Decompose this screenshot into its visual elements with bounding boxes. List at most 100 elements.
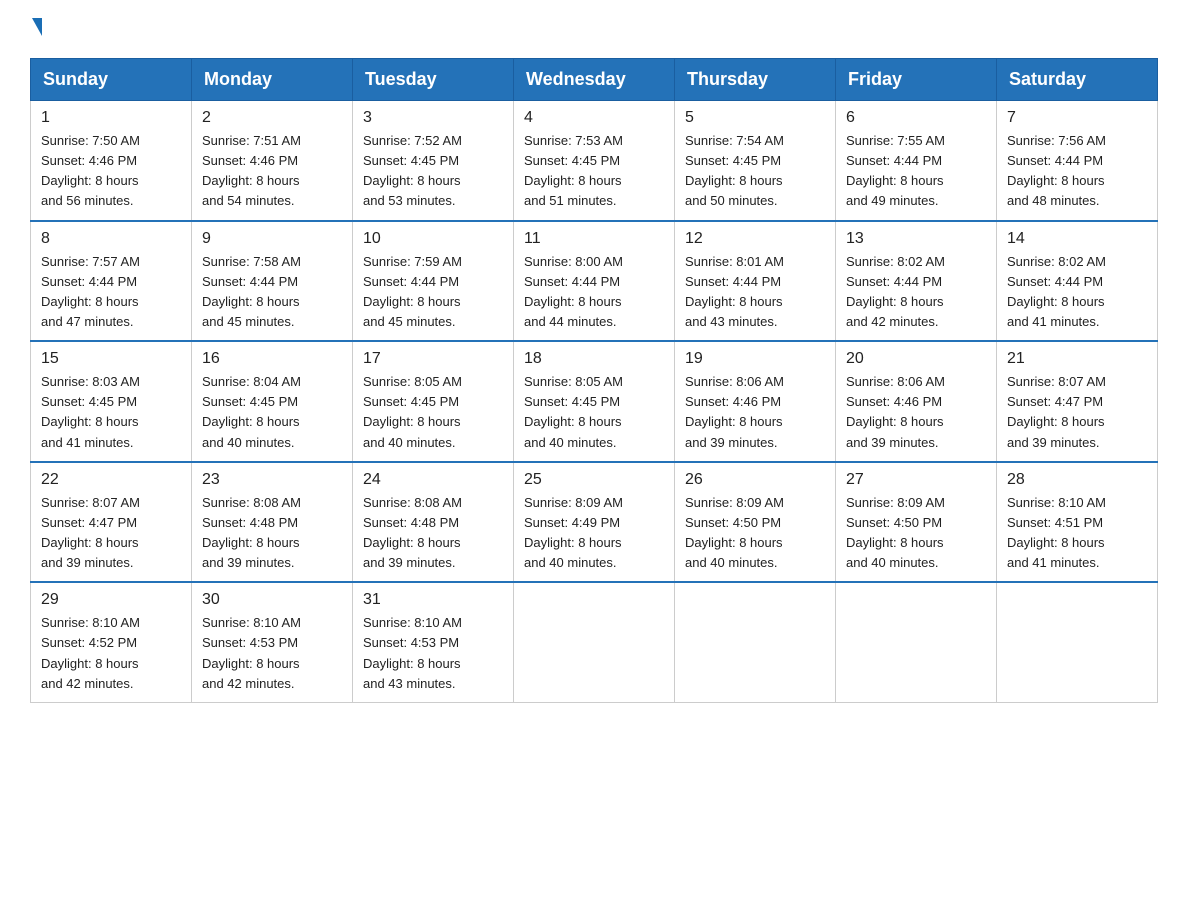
day-info: Sunrise: 7:53 AMSunset: 4:45 PMDaylight:… [524, 131, 664, 212]
col-header-monday: Monday [192, 59, 353, 101]
calendar-cell: 7 Sunrise: 7:56 AMSunset: 4:44 PMDaylight… [997, 101, 1158, 221]
day-number: 11 [524, 230, 664, 248]
calendar-cell: 20Sunrise: 8:06 AMSunset: 4:46 PMDayligh… [836, 341, 997, 462]
day-number: 29 [41, 591, 181, 609]
day-info: Sunrise: 8:09 AMSunset: 4:49 PMDaylight:… [524, 493, 664, 574]
day-number: 28 [1007, 471, 1147, 489]
calendar-cell: 24 Sunrise: 8:08 AMSunset: 4:48 PMDayligh… [353, 462, 514, 583]
day-info: Sunrise: 8:01 AMSunset: 4:44 PMDaylight:… [685, 252, 825, 333]
col-header-sunday: Sunday [31, 59, 192, 101]
day-info: Sunrise: 8:10 AMSunset: 4:53 PMDaylight:… [202, 613, 342, 694]
col-header-thursday: Thursday [675, 59, 836, 101]
day-number: 27 [846, 471, 986, 489]
day-number: 18 [524, 350, 664, 368]
day-info: Sunrise: 7:52 AMSunset: 4:45 PMDaylight:… [363, 131, 503, 212]
calendar-cell: 23 Sunrise: 8:08 AMSunset: 4:48 PMDayligh… [192, 462, 353, 583]
day-number: 15 [41, 350, 181, 368]
calendar-cell: 22 Sunrise: 8:07 AMSunset: 4:47 PMDayligh… [31, 462, 192, 583]
calendar-cell: 4 Sunrise: 7:53 AMSunset: 4:45 PMDaylight… [514, 101, 675, 221]
calendar-cell: 12 Sunrise: 8:01 AMSunset: 4:44 PMDayligh… [675, 221, 836, 342]
day-number: 19 [685, 350, 825, 368]
calendar-cell: 10 Sunrise: 7:59 AMSunset: 4:44 PMDayligh… [353, 221, 514, 342]
calendar-cell: 5 Sunrise: 7:54 AMSunset: 4:45 PMDaylight… [675, 101, 836, 221]
day-number: 25 [524, 471, 664, 489]
calendar-week-row: 1 Sunrise: 7:50 AMSunset: 4:46 PMDaylight… [31, 101, 1158, 221]
day-info: Sunrise: 8:02 AMSunset: 4:44 PMDaylight:… [846, 252, 986, 333]
day-info: Sunrise: 7:54 AMSunset: 4:45 PMDaylight:… [685, 131, 825, 212]
day-info: Sunrise: 8:10 AMSunset: 4:52 PMDaylight:… [41, 613, 181, 694]
calendar-cell: 30 Sunrise: 8:10 AMSunset: 4:53 PMDayligh… [192, 582, 353, 702]
day-info: Sunrise: 7:55 AMSunset: 4:44 PMDaylight:… [846, 131, 986, 212]
col-header-friday: Friday [836, 59, 997, 101]
calendar-cell: 2Sunrise: 7:51 AMSunset: 4:46 PMDaylight… [192, 101, 353, 221]
day-number: 14 [1007, 230, 1147, 248]
day-info: Sunrise: 7:58 AMSunset: 4:44 PMDaylight:… [202, 252, 342, 333]
day-info: Sunrise: 8:05 AMSunset: 4:45 PMDaylight:… [363, 372, 503, 453]
calendar-cell: 14 Sunrise: 8:02 AMSunset: 4:44 PMDayligh… [997, 221, 1158, 342]
day-info: Sunrise: 8:10 AMSunset: 4:51 PMDaylight:… [1007, 493, 1147, 574]
day-info: Sunrise: 8:08 AMSunset: 4:48 PMDaylight:… [363, 493, 503, 574]
day-number: 7 [1007, 109, 1147, 127]
day-info: Sunrise: 8:02 AMSunset: 4:44 PMDaylight:… [1007, 252, 1147, 333]
calendar-cell: 3Sunrise: 7:52 AMSunset: 4:45 PMDaylight… [353, 101, 514, 221]
day-number: 6 [846, 109, 986, 127]
day-number: 1 [41, 109, 181, 127]
day-info: Sunrise: 7:56 AMSunset: 4:44 PMDaylight:… [1007, 131, 1147, 212]
col-header-saturday: Saturday [997, 59, 1158, 101]
day-number: 21 [1007, 350, 1147, 368]
calendar-cell: 11 Sunrise: 8:00 AMSunset: 4:44 PMDayligh… [514, 221, 675, 342]
calendar-cell: 9Sunrise: 7:58 AMSunset: 4:44 PMDaylight… [192, 221, 353, 342]
day-number: 13 [846, 230, 986, 248]
calendar-cell [514, 582, 675, 702]
calendar-cell: 17 Sunrise: 8:05 AMSunset: 4:45 PMDayligh… [353, 341, 514, 462]
day-info: Sunrise: 7:51 AMSunset: 4:46 PMDaylight:… [202, 131, 342, 212]
day-info: Sunrise: 8:00 AMSunset: 4:44 PMDaylight:… [524, 252, 664, 333]
day-info: Sunrise: 8:08 AMSunset: 4:48 PMDaylight:… [202, 493, 342, 574]
calendar-cell: 19Sunrise: 8:06 AMSunset: 4:46 PMDayligh… [675, 341, 836, 462]
day-number: 24 [363, 471, 503, 489]
day-info: Sunrise: 7:57 AMSunset: 4:44 PMDaylight:… [41, 252, 181, 333]
col-header-wednesday: Wednesday [514, 59, 675, 101]
calendar-week-row: 29 Sunrise: 8:10 AMSunset: 4:52 PMDayligh… [31, 582, 1158, 702]
day-number: 5 [685, 109, 825, 127]
day-info: Sunrise: 8:09 AMSunset: 4:50 PMDaylight:… [846, 493, 986, 574]
day-number: 31 [363, 591, 503, 609]
calendar-cell [836, 582, 997, 702]
day-info: Sunrise: 7:50 AMSunset: 4:46 PMDaylight:… [41, 131, 181, 212]
day-number: 8 [41, 230, 181, 248]
calendar-week-row: 8 Sunrise: 7:57 AMSunset: 4:44 PMDaylight… [31, 221, 1158, 342]
day-info: Sunrise: 8:05 AMSunset: 4:45 PMDaylight:… [524, 372, 664, 453]
calendar-cell: 29 Sunrise: 8:10 AMSunset: 4:52 PMDayligh… [31, 582, 192, 702]
day-number: 10 [363, 230, 503, 248]
day-info: Sunrise: 8:06 AMSunset: 4:46 PMDaylight:… [846, 372, 986, 453]
calendar-cell: 27 Sunrise: 8:09 AMSunset: 4:50 PMDayligh… [836, 462, 997, 583]
calendar-cell: 1 Sunrise: 7:50 AMSunset: 4:46 PMDaylight… [31, 101, 192, 221]
calendar-cell: 26Sunrise: 8:09 AMSunset: 4:50 PMDayligh… [675, 462, 836, 583]
day-number: 16 [202, 350, 342, 368]
logo-line1 [30, 20, 42, 38]
calendar-header-row: SundayMondayTuesdayWednesdayThursdayFrid… [31, 59, 1158, 101]
day-info: Sunrise: 8:03 AMSunset: 4:45 PMDaylight:… [41, 372, 181, 453]
col-header-tuesday: Tuesday [353, 59, 514, 101]
day-number: 12 [685, 230, 825, 248]
calendar-cell: 31Sunrise: 8:10 AMSunset: 4:53 PMDayligh… [353, 582, 514, 702]
calendar-cell [997, 582, 1158, 702]
day-number: 23 [202, 471, 342, 489]
calendar-cell: 28 Sunrise: 8:10 AMSunset: 4:51 PMDayligh… [997, 462, 1158, 583]
day-info: Sunrise: 8:07 AMSunset: 4:47 PMDaylight:… [41, 493, 181, 574]
day-number: 30 [202, 591, 342, 609]
logo [30, 20, 42, 38]
day-info: Sunrise: 7:59 AMSunset: 4:44 PMDaylight:… [363, 252, 503, 333]
calendar-cell: 18 Sunrise: 8:05 AMSunset: 4:45 PMDayligh… [514, 341, 675, 462]
calendar-cell: 8 Sunrise: 7:57 AMSunset: 4:44 PMDaylight… [31, 221, 192, 342]
day-info: Sunrise: 8:04 AMSunset: 4:45 PMDaylight:… [202, 372, 342, 453]
day-number: 26 [685, 471, 825, 489]
logo-triangle-icon [32, 18, 42, 36]
day-number: 4 [524, 109, 664, 127]
calendar-cell: 15 Sunrise: 8:03 AMSunset: 4:45 PMDayligh… [31, 341, 192, 462]
day-number: 22 [41, 471, 181, 489]
calendar-week-row: 22 Sunrise: 8:07 AMSunset: 4:47 PMDayligh… [31, 462, 1158, 583]
page-header [30, 20, 1158, 38]
calendar-cell: 21Sunrise: 8:07 AMSunset: 4:47 PMDayligh… [997, 341, 1158, 462]
day-number: 17 [363, 350, 503, 368]
